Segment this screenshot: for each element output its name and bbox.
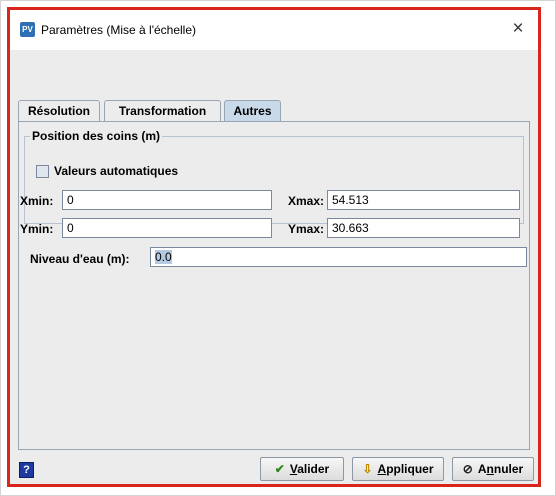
dialog-title: Paramètres (Mise à l'échelle) <box>41 23 197 37</box>
auto-values-checkbox[interactable] <box>36 165 49 178</box>
validate-button[interactable]: ✔ Valider <box>260 457 344 481</box>
arrow-down-icon: ⇩ <box>362 462 373 476</box>
title-bar: PV Paramètres (Mise à l'échelle) × <box>10 10 538 50</box>
water-level-label: Niveau d'eau (m): <box>30 252 130 266</box>
corners-groupbox: Position des coins (m) Valeurs automatiq… <box>20 129 524 238</box>
xmin-field[interactable]: 0 <box>62 190 272 210</box>
ymax-field[interactable]: 30.663 <box>327 218 520 238</box>
tab-panel-autres: Position des coins (m) Valeurs automatiq… <box>18 121 530 450</box>
xmax-field[interactable]: 54.513 <box>327 190 520 210</box>
tab-resolution[interactable]: Résolution <box>18 100 100 121</box>
cancel-icon: ⊘ <box>462 462 473 476</box>
xmax-label: Xmax: <box>288 194 325 208</box>
corners-legend: Position des coins (m) <box>30 129 163 143</box>
water-level-field[interactable]: 0.0 <box>150 247 527 267</box>
settings-dialog: PV Paramètres (Mise à l'échelle) × Résol… <box>7 7 541 487</box>
apply-button[interactable]: ⇩ Appliquer <box>352 457 444 481</box>
ymin-label: Ymin: <box>20 222 54 236</box>
cancel-button[interactable]: ⊘ Annuler <box>452 457 534 481</box>
checkmark-icon: ✔ <box>274 462 285 476</box>
tab-autres[interactable]: Autres <box>224 100 281 122</box>
close-icon[interactable]: × <box>508 19 528 39</box>
ymin-field[interactable]: 0 <box>62 218 272 238</box>
app-icon: PV <box>20 22 35 37</box>
auto-values-label[interactable]: Valeurs automatiques <box>54 164 178 178</box>
tab-transformation[interactable]: Transformation <box>104 100 221 121</box>
water-level-value: 0.0 <box>155 250 172 264</box>
xmin-label: Xmin: <box>20 194 54 208</box>
ymax-label: Ymax: <box>288 222 325 236</box>
help-icon[interactable]: ? <box>19 462 34 478</box>
